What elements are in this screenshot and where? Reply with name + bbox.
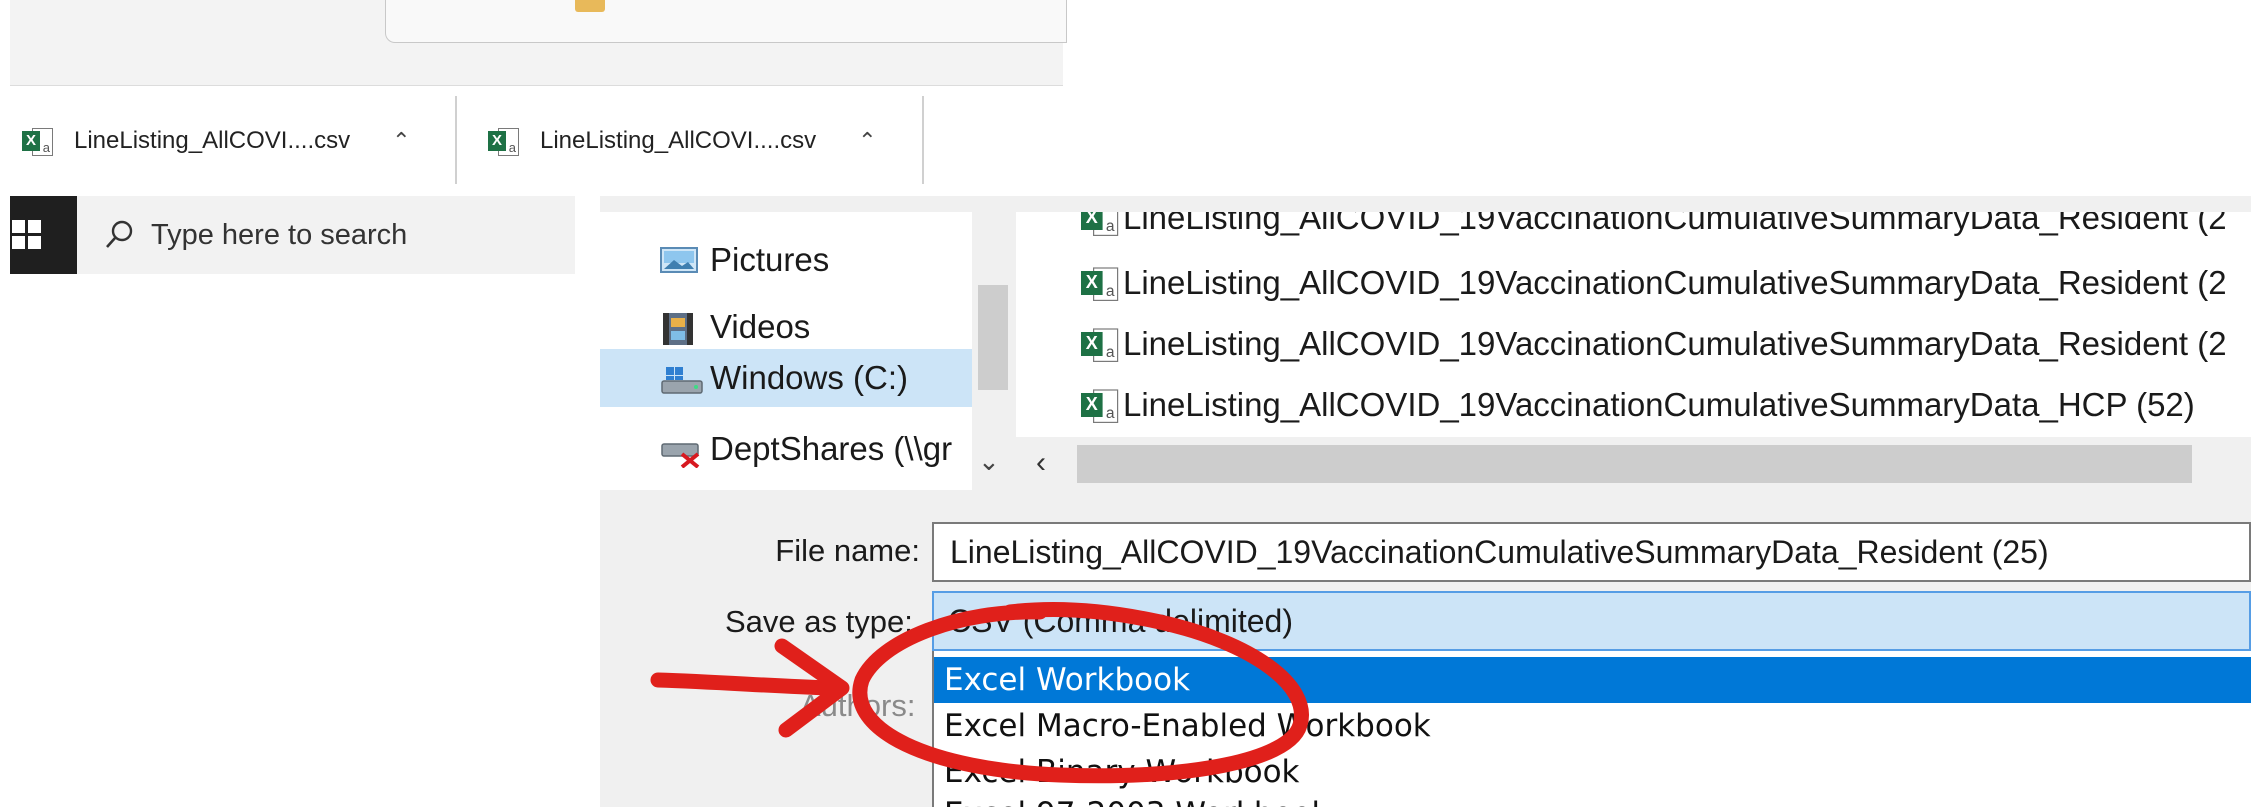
chevron-up-icon[interactable]: ⌃ [858, 128, 876, 154]
hscrollbar-thumb[interactable] [1077, 445, 2192, 483]
save-as-type-label: Save as type: [725, 604, 913, 639]
excel-icon: X [22, 125, 53, 157]
nav-item-windows-c[interactable]: Windows (C:) [600, 349, 974, 407]
file-name: LineListing_AllCOVID_19VaccinationCumula… [1123, 386, 2195, 423]
drive-icon [660, 363, 703, 394]
download-bar: X LineListing_AllCOVI....csv ⌃ X LineLis… [10, 86, 1063, 196]
file-name: LineListing_AllCOVID_19VaccinationCumula… [1123, 325, 2227, 362]
file-name-label: File name: [775, 533, 920, 568]
option-excel-workbook[interactable]: Excel Workbook [934, 657, 2251, 703]
download-filename: LineListing_AllCOVI....csv [540, 127, 817, 154]
navigation-pane: Pictures Videos Windows (C:) DeptShares … [600, 212, 1014, 490]
nav-item-label: Pictures [710, 241, 830, 278]
nav-item-videos[interactable]: Videos [660, 298, 810, 356]
download-item[interactable]: X LineListing_AllCOVI....csv ⌃ [22, 86, 411, 196]
file-row[interactable]: X LineListing_AllCOVID_19VaccinationCumu… [1081, 375, 2195, 435]
file-row[interactable]: X LineListing_AllCOVID_19VaccinationCumu… [1081, 314, 2227, 374]
network-drive-disconnected-icon [660, 434, 700, 469]
option-excel-macro-enabled-workbook[interactable]: Excel Macro-Enabled Workbook [934, 703, 2251, 749]
download-separator [455, 96, 457, 184]
chevron-up-icon[interactable]: ⌃ [392, 128, 410, 154]
option-excel-binary-workbook[interactable]: Excel Binary Workbook [934, 749, 2251, 795]
nav-item-label: Windows (C:) [710, 359, 909, 396]
file-row[interactable]: X LineListing_AllCOVID_19VaccinationCumu… [1081, 253, 2227, 313]
nav-item-pictures[interactable]: Pictures [660, 231, 829, 289]
excel-icon: X [1081, 212, 1119, 237]
nav-item-deptshares[interactable]: DeptShares (\\gr [660, 420, 952, 478]
file-row[interactable]: X LineListing_AllCOVID_19VaccinationCumu… [1081, 212, 2227, 248]
search-placeholder: Type here to search [151, 218, 408, 251]
folder-icon [575, 0, 605, 12]
download-item[interactable]: X LineListing_AllCOVI....csv ⌃ [488, 86, 877, 196]
taskbar-search-box[interactable]: Type here to search [77, 196, 575, 274]
videos-icon [660, 312, 698, 345]
nav-item-label: Videos [710, 308, 811, 345]
file-name: LineListing_AllCOVID_19VaccinationCumula… [1123, 264, 2227, 301]
excel-icon: X [488, 125, 519, 157]
pictures-icon [660, 245, 698, 275]
search-icon [106, 220, 133, 248]
excel-icon: X [1081, 325, 1119, 363]
file-name-input[interactable]: LineListing_AllCOVID_19VaccinationCumula… [932, 522, 2251, 582]
option-excel-97-2003-workbook[interactable]: Excel 97-2003 Workbook [934, 791, 2251, 807]
nav-item-label: DeptShares (\\gr [710, 430, 953, 467]
windows-logo-icon[interactable] [12, 220, 42, 250]
chevron-down-icon[interactable]: ⌄ [978, 446, 1000, 477]
save-as-type-dropdown: Excel Workbook Excel Macro-Enabled Workb… [932, 651, 2251, 807]
file-name: LineListing_AllCOVID_19VaccinationCumula… [1123, 212, 2227, 236]
address-field-fragment[interactable] [385, 0, 1067, 43]
authors-label: Authors: [800, 688, 916, 723]
download-separator [922, 96, 924, 184]
nav-scrollbar-thumb[interactable] [978, 285, 1008, 390]
save-as-type-select[interactable]: CSV (Comma delimited) [932, 591, 2251, 651]
chevron-left-icon[interactable]: ‹ [1036, 446, 1046, 480]
excel-icon: X [1081, 264, 1119, 302]
excel-icon: X [1081, 386, 1119, 424]
file-list: X LineListing_AllCOVID_19VaccinationCumu… [1016, 212, 2251, 437]
download-filename: LineListing_AllCOVI....csv [74, 127, 351, 154]
